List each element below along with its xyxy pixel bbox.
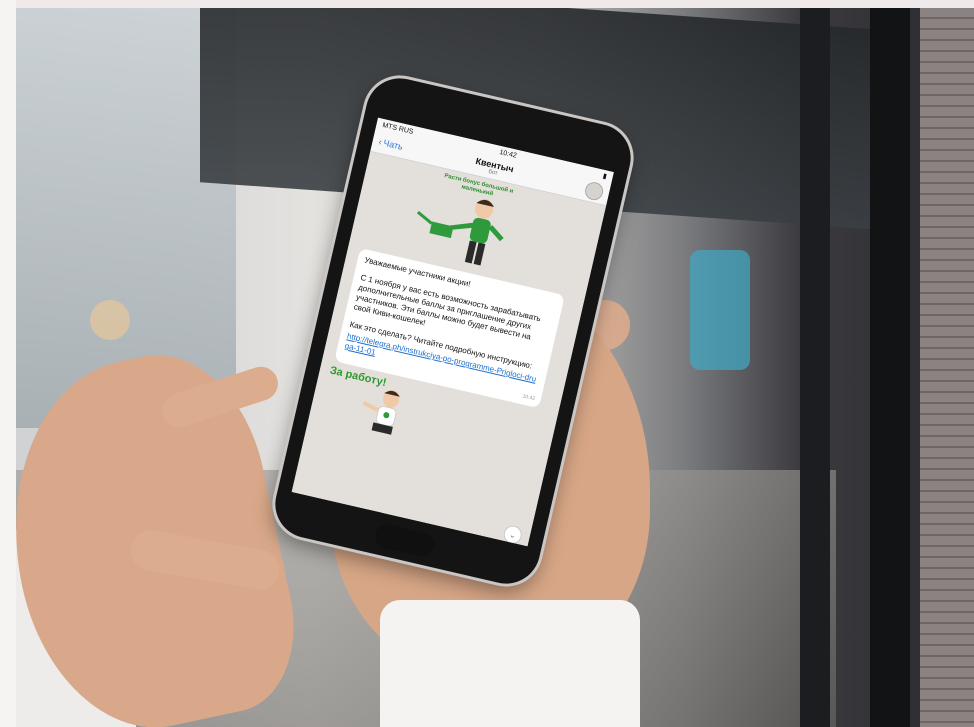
building-pillar bbox=[870, 8, 910, 727]
chevron-down-icon: ⌄ bbox=[508, 529, 517, 540]
phone-bottom-bezel bbox=[372, 522, 437, 559]
photo-scene: MTS RUS 10:42 ▮ ‹ Чать Квентыч бот Расти… bbox=[0, 0, 974, 727]
brick-wall bbox=[920, 8, 974, 727]
chat-subtitle: бот bbox=[487, 168, 499, 177]
building-pillar bbox=[800, 8, 830, 727]
bokeh-light bbox=[690, 250, 750, 370]
scroll-down-button[interactable]: ⌄ bbox=[501, 523, 524, 546]
top-border bbox=[0, 0, 974, 8]
avatar[interactable] bbox=[583, 180, 605, 202]
back-label: Чать bbox=[382, 137, 404, 152]
bokeh-light bbox=[90, 300, 130, 340]
back-button[interactable]: ‹ Чать bbox=[378, 137, 404, 152]
message-time: 10:42 bbox=[521, 393, 536, 403]
left-border bbox=[0, 0, 16, 727]
battery-icon: ▮ bbox=[601, 172, 608, 181]
right-sleeve bbox=[380, 600, 640, 727]
thumbs-up-character-sticker bbox=[362, 389, 400, 435]
